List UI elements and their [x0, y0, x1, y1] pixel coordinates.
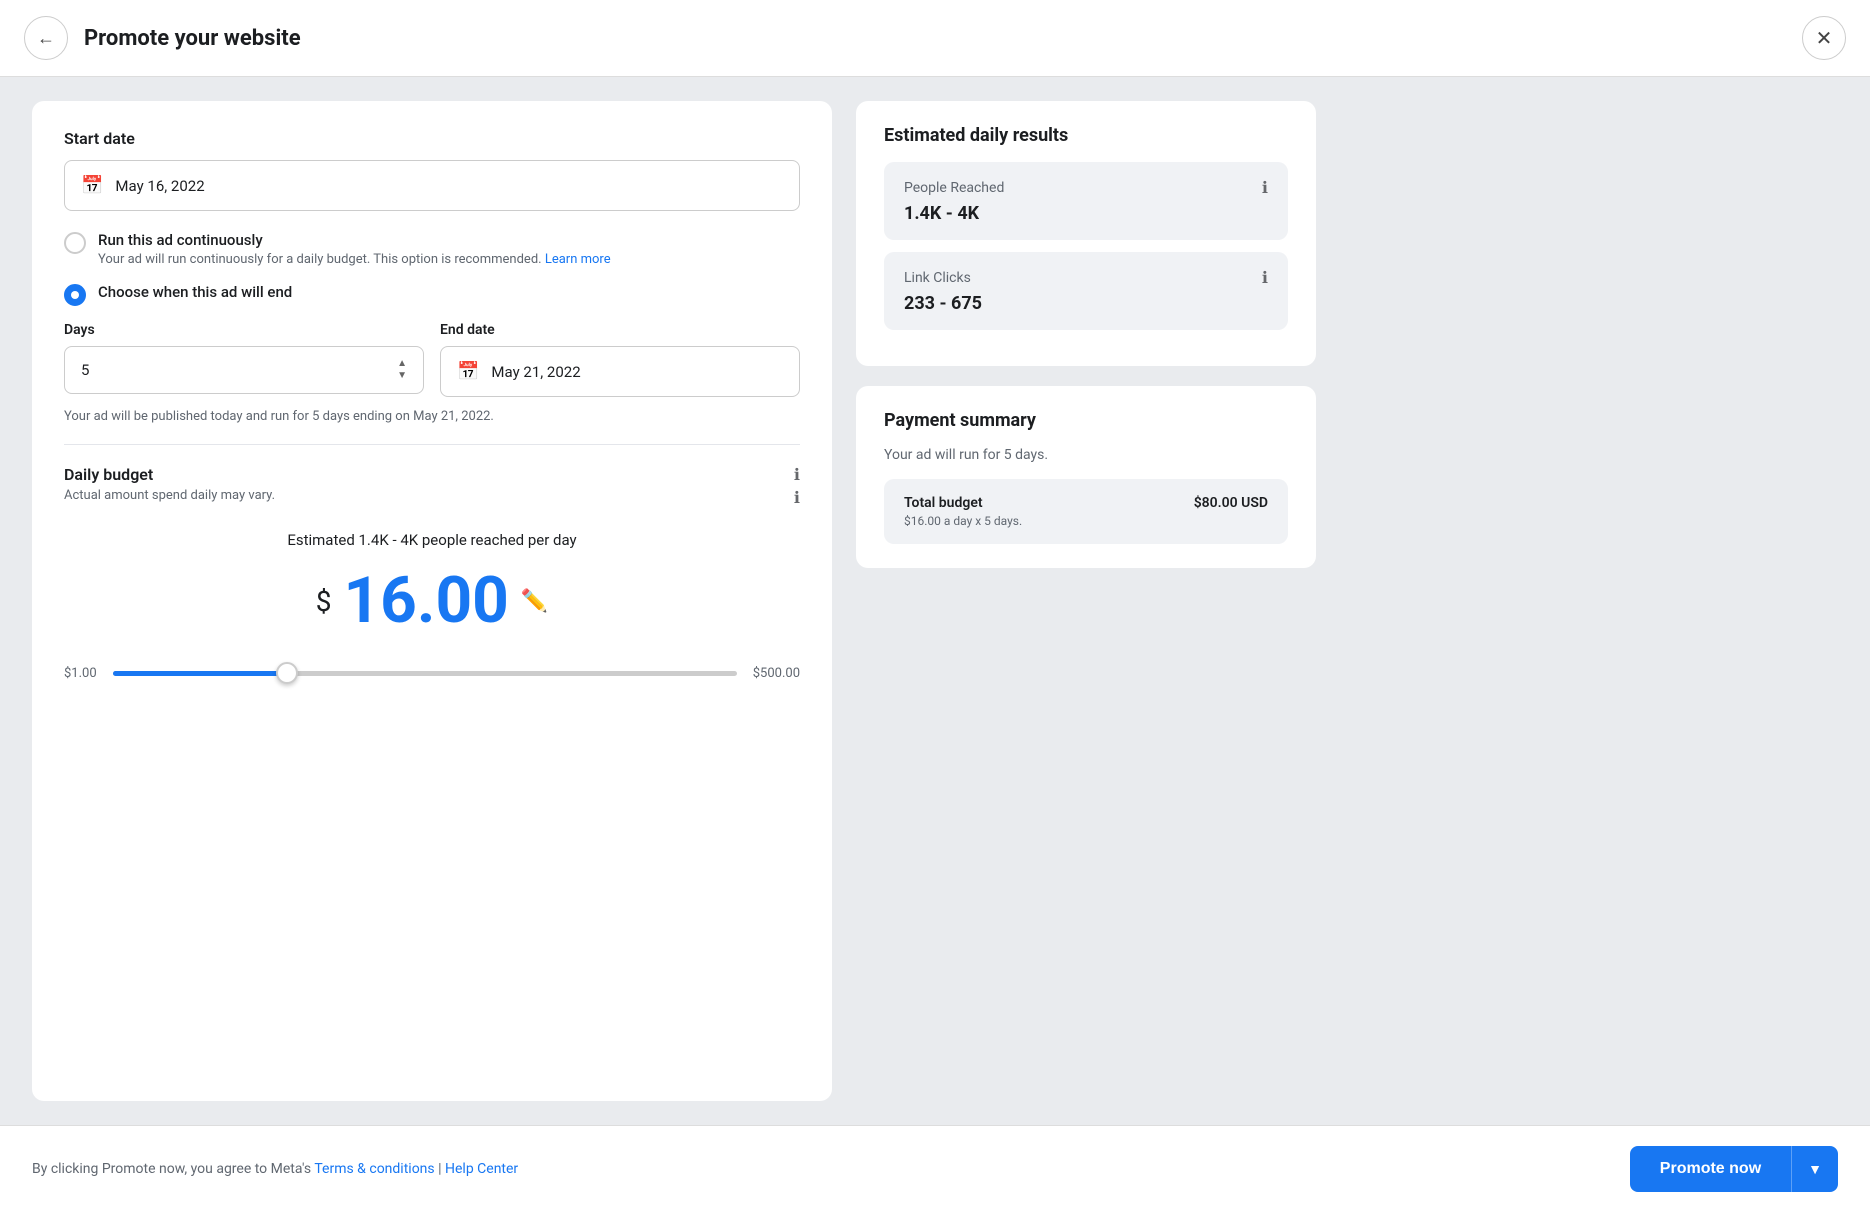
people-reached-info-icon[interactable]: ℹ [1262, 178, 1268, 197]
total-budget-amount: $80.00 USD [1194, 495, 1268, 511]
end-date-value: May 21, 2022 [491, 363, 580, 381]
promote-now-button[interactable]: Promote now [1630, 1146, 1791, 1192]
footer: By clicking Promote now, you agree to Me… [0, 1125, 1870, 1212]
ad-summary-text: Your ad will be published today and run … [64, 409, 800, 424]
days-group: Days 5 ▲ ▼ [64, 322, 424, 397]
start-date-label: Start date [64, 129, 800, 148]
link-clicks-header: Link Clicks ℹ [904, 268, 1268, 287]
budget-reached-text: Estimated 1.4K - 4K people reached per d… [64, 531, 800, 549]
start-date-input[interactable]: 📅 May 16, 2022 [64, 160, 800, 211]
payment-summary-title: Payment summary [884, 410, 1288, 431]
left-panel: Start date 📅 May 16, 2022 Run this ad co… [32, 101, 832, 1101]
people-reached-value: 1.4K - 4K [904, 203, 1268, 224]
right-panel: Estimated daily results People Reached ℹ… [856, 101, 1316, 1101]
budget-amount: 16.00 [343, 569, 508, 633]
budget-slider-container: $1.00 $500.00 [64, 661, 800, 685]
header-left: ← Promote your website [24, 16, 301, 60]
link-clicks-value: 233 - 675 [904, 293, 1268, 314]
budget-slider[interactable] [113, 661, 737, 685]
radio-choose-end-text: Choose when this ad will end [98, 283, 292, 301]
days-input[interactable]: 5 ▲ ▼ [64, 346, 424, 394]
enddate-group: End date 📅 May 21, 2022 [440, 322, 800, 397]
radio-continuous-text: Run this ad continuously Your ad will ru… [98, 231, 611, 267]
daily-budget-sublabel: Actual amount spend daily may vary. [64, 488, 275, 503]
page-title: Promote your website [84, 26, 301, 51]
slider-fill [113, 671, 288, 676]
info-icon-1[interactable]: ℹ [794, 465, 800, 484]
divider [64, 444, 800, 445]
days-label: Days [64, 322, 424, 338]
spinner-down[interactable]: ▼ [397, 371, 407, 381]
slider-max-label: $500.00 [753, 666, 800, 681]
spinner-up[interactable]: ▲ [397, 359, 407, 369]
dollar-sign: $ [316, 585, 332, 618]
learn-more-link[interactable]: Learn more [545, 252, 611, 267]
people-reached-box: People Reached ℹ 1.4K - 4K [884, 162, 1288, 240]
terms-link[interactable]: Terms & conditions [314, 1161, 434, 1177]
slider-min-label: $1.00 [64, 666, 97, 681]
budget-amount-row: $ 16.00 ✏️ [64, 569, 800, 633]
link-clicks-label: Link Clicks [904, 270, 971, 286]
footer-separator: | [438, 1161, 445, 1177]
days-value: 5 [81, 361, 89, 379]
info-icons: ℹ ℹ [794, 465, 800, 507]
payment-subtitle: Your ad will run for 5 days. [884, 447, 1288, 463]
calendar-icon: 📅 [81, 175, 103, 196]
daily-budget-header: Daily budget Actual amount spend daily m… [64, 465, 800, 527]
radio-continuous[interactable]: Run this ad continuously Your ad will ru… [64, 231, 800, 267]
payment-summary-card: Payment summary Your ad will run for 5 d… [856, 386, 1316, 568]
radio-continuous-circle[interactable] [64, 232, 86, 254]
total-budget-sublabel: $16.00 a day x 5 days. [904, 514, 1022, 528]
main-content: Start date 📅 May 16, 2022 Run this ad co… [0, 77, 1870, 1125]
end-date-label: End date [440, 322, 800, 338]
daily-budget-title: Daily budget Actual amount spend daily m… [64, 465, 275, 527]
radio-choose-end-circle[interactable] [64, 284, 86, 306]
promote-dropdown-button[interactable]: ▼ [1791, 1146, 1838, 1192]
header: ← Promote your website ✕ [0, 0, 1870, 77]
total-budget-label: Total budget [904, 495, 1022, 511]
radio-choose-end-label: Choose when this ad will end [98, 283, 292, 301]
link-clicks-box: Link Clicks ℹ 233 - 675 [884, 252, 1288, 330]
people-reached-header: People Reached ℹ [904, 178, 1268, 197]
payment-row: Total budget $16.00 a day x 5 days. $80.… [904, 495, 1268, 528]
end-date-input[interactable]: 📅 May 21, 2022 [440, 346, 800, 397]
days-enddate-row: Days 5 ▲ ▼ End date 📅 May 21, 2022 [64, 322, 800, 397]
start-date-value: May 16, 2022 [115, 177, 204, 195]
info-icon-2[interactable]: ℹ [794, 488, 800, 507]
payment-label-group: Total budget $16.00 a day x 5 days. [904, 495, 1022, 528]
slider-track [113, 671, 737, 676]
edit-icon[interactable]: ✏️ [521, 589, 548, 614]
help-center-link[interactable]: Help Center [445, 1161, 518, 1177]
footer-actions: Promote now ▼ [1630, 1146, 1838, 1192]
radio-choose-end[interactable]: Choose when this ad will end [64, 283, 800, 306]
radio-continuous-sublabel: Your ad will run continuously for a dail… [98, 252, 611, 267]
daily-budget-label: Daily budget [64, 465, 275, 484]
footer-text: By clicking Promote now, you agree to Me… [32, 1161, 518, 1177]
end-calendar-icon: 📅 [457, 361, 479, 382]
back-button[interactable]: ← [24, 16, 68, 60]
slider-thumb[interactable] [276, 662, 298, 684]
radio-continuous-label: Run this ad continuously [98, 231, 611, 249]
estimated-results-title: Estimated daily results [884, 125, 1288, 146]
spinner-arrows[interactable]: ▲ ▼ [397, 359, 407, 381]
people-reached-label: People Reached [904, 180, 1004, 196]
estimated-results-card: Estimated daily results People Reached ℹ… [856, 101, 1316, 366]
payment-box: Total budget $16.00 a day x 5 days. $80.… [884, 479, 1288, 544]
close-button[interactable]: ✕ [1802, 16, 1846, 60]
footer-disclaimer: By clicking Promote now, you agree to Me… [32, 1161, 311, 1177]
link-clicks-info-icon[interactable]: ℹ [1262, 268, 1268, 287]
